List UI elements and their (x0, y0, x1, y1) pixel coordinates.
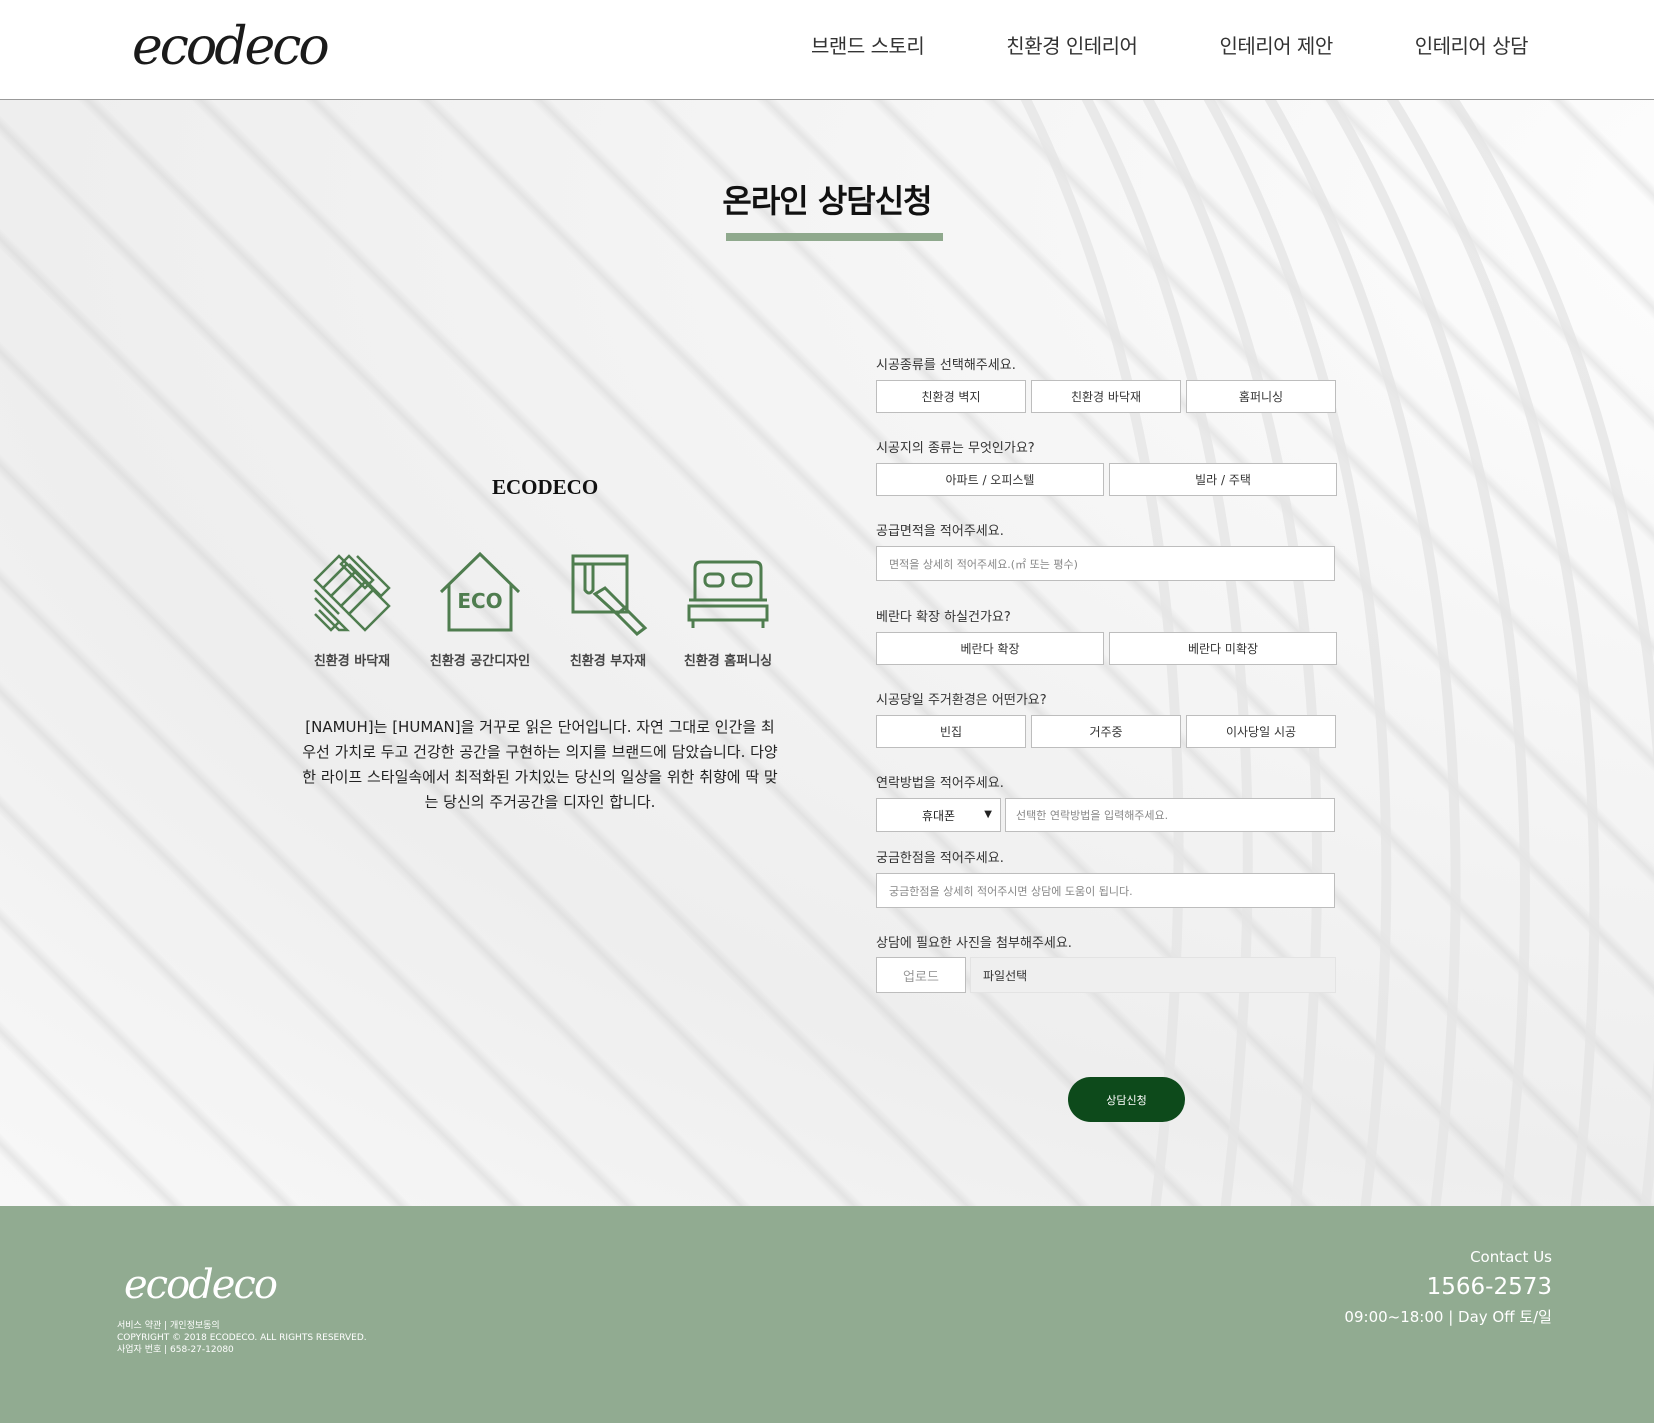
chevron-down-icon: ▼ (984, 809, 992, 820)
main-nav: 브랜드 스토리 친환경 인테리어 인테리어 제안 인테리어 상담 (729, 30, 1528, 59)
page-title: 온라인 상담신청 (722, 182, 932, 220)
feature-label: 친환경 바닥재 (313, 654, 391, 669)
question-living-status: 시공당일 주거환경은 어떤가요? (876, 693, 1047, 708)
question-contact-method: 연락방법을 적어주세요. (876, 776, 1004, 791)
contact-input[interactable]: 선택한 연락방법을 입력해주세요. (1005, 798, 1335, 832)
footer-logo-text: ecodeco (124, 1262, 277, 1308)
question-inquiry: 궁금한점을 적어주세요. (876, 851, 1004, 866)
question-balcony: 베란다 확장 하실건가요? (876, 610, 1011, 625)
contact-method-select[interactable]: 휴대폰 ▼ (876, 798, 1001, 832)
inquiry-input[interactable]: 궁금한점을 상세히 적어주시면 상담에 도움이 됩니다. (876, 873, 1335, 908)
consultation-section: 온라인 상담신청 ECODECO 친환경 바닥재 ECO 친환경 공간디자인 친… (0, 100, 1654, 1206)
feature-item: 친환경 바닥재 (282, 550, 422, 669)
footer-logo[interactable]: ecodeco (122, 1256, 292, 1316)
feature-item: 친환경 홈퍼니싱 (658, 550, 798, 669)
nav-brand-story[interactable]: 브랜드 스토리 (811, 30, 925, 59)
option-eco-flooring[interactable]: 친환경 바닥재 (1031, 380, 1181, 413)
feature-list: 친환경 바닥재 ECO 친환경 공간디자인 친환경 부자재 친환경 홈퍼니싱 (300, 550, 790, 680)
footer-copyright: COPYRIGHT © 2018 ECODECO. ALL RIGHTS RES… (117, 1333, 367, 1343)
footer-info: 서비스 약관 | 개인정보동의 COPYRIGHT © 2018 ECODECO… (117, 1320, 367, 1356)
area-input[interactable]: 면적을 상세히 적어주세요.(㎡ 또는 평수) (876, 546, 1335, 581)
feature-item: 친환경 부자재 (538, 550, 678, 669)
nav-eco-interior[interactable]: 친환경 인테리어 (1006, 30, 1138, 59)
option-moving-day[interactable]: 이사당일 시공 (1186, 715, 1336, 748)
option-home-furnishing[interactable]: 홈퍼니싱 (1186, 380, 1336, 413)
feature-label: 친환경 홈퍼니싱 (683, 654, 773, 669)
site-type-options: 아파트 / 오피스텔 빌라 / 주택 (876, 463, 1337, 496)
question-area: 공급면적을 적어주세요. (876, 524, 1004, 539)
contact-method-value: 휴대폰 (921, 808, 956, 823)
construction-type-options: 친환경 벽지 친환경 바닥재 홈퍼니싱 (876, 380, 1336, 413)
eco-house-icon: ECO (439, 551, 521, 632)
question-construction-type: 시공종류를 선택해주세요. (876, 358, 1016, 373)
option-balcony-extend[interactable]: 베란다 확장 (876, 632, 1104, 665)
submit-consultation-button[interactable]: 상담신청 (1068, 1077, 1185, 1122)
nav-interior-proposal[interactable]: 인테리어 제안 (1219, 30, 1333, 59)
file-select-field[interactable]: 파일선택 (970, 957, 1336, 993)
option-balcony-no-extend[interactable]: 베란다 미확장 (1109, 632, 1337, 665)
option-empty-house[interactable]: 빈집 (876, 715, 1026, 748)
option-eco-wallpaper[interactable]: 친환경 벽지 (876, 380, 1026, 413)
contact-phone: 1566-2573 (1426, 1274, 1552, 1300)
nav-interior-consult[interactable]: 인테리어 상담 (1415, 30, 1529, 59)
question-photo: 상담에 필요한 사진을 첨부해주세요. (876, 936, 1072, 951)
upload-button[interactable]: 업로드 (876, 957, 966, 993)
contact-label: Contact Us (1470, 1248, 1552, 1266)
footer-business-number: 사업자 번호 | 658-27-12080 (117, 1345, 234, 1355)
balcony-options: 베란다 확장 베란다 미확장 (876, 632, 1337, 665)
question-site-type: 시공지의 종류는 무엇인가요? (876, 441, 1035, 456)
footer-policy-links[interactable]: 서비스 약관 | 개인정보동의 (117, 1320, 367, 1332)
logo-text: ecodeco (132, 17, 328, 77)
eco-badge: ECO (457, 589, 502, 613)
paint-bucket-brush-icon (571, 554, 648, 636)
brand-intro-text: [NAMUH]는 [HUMAN]을 거꾸로 읽은 단어입니다. 자연 그대로 인… (302, 718, 778, 811)
background-arcs (1020, 100, 1654, 1206)
option-apartment[interactable]: 아파트 / 오피스텔 (876, 463, 1104, 496)
parquet-floor-icon (313, 554, 391, 632)
feature-label: 친환경 공간디자인 (429, 654, 531, 669)
title-underline (726, 233, 943, 241)
bed-icon (687, 560, 769, 628)
contact-info: Contact Us 1566-2573 09:00~18:00 | Day O… (1344, 1248, 1552, 1327)
ecodeco-logo[interactable]: ecodeco (130, 6, 340, 86)
feature-item: ECO 친환경 공간디자인 (410, 550, 550, 669)
feature-label: 친환경 부자재 (569, 654, 647, 669)
living-status-options: 빈집 거주중 이사당일 시공 (876, 715, 1336, 748)
option-villa[interactable]: 빌라 / 주택 (1109, 463, 1337, 496)
option-living-in[interactable]: 거주중 (1031, 715, 1181, 748)
business-hours: 09:00~18:00 | Day Off 토/일 (1344, 1308, 1552, 1326)
site-footer: ecodeco 서비스 약관 | 개인정보동의 COPYRIGHT © 2018… (0, 1206, 1654, 1423)
site-header: ecodeco 브랜드 스토리 친환경 인테리어 인테리어 제안 인테리어 상담 (0, 0, 1654, 100)
brand-heading: ECODECO (492, 475, 599, 499)
